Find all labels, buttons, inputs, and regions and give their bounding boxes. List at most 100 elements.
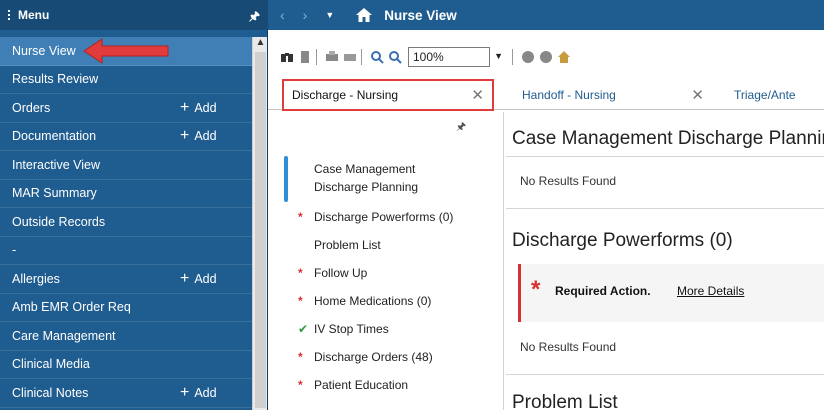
add-label: Add bbox=[194, 385, 217, 400]
plus-icon: + bbox=[180, 269, 190, 287]
nav-item-iv-stop-times[interactable]: ✔ IV Stop Times bbox=[298, 322, 389, 336]
section-divider bbox=[506, 156, 824, 157]
home-icon[interactable] bbox=[356, 8, 373, 22]
orders-add-button[interactable]: + Add bbox=[180, 98, 217, 116]
tab-discharge-nursing[interactable]: Discharge - Nursing ✕ bbox=[282, 79, 494, 111]
section-divider bbox=[506, 208, 824, 209]
toolbar-divider bbox=[512, 49, 513, 65]
nav-item-label: Discharge Powerforms (0) bbox=[314, 210, 454, 224]
menu-item-label: Documentation bbox=[12, 129, 97, 144]
toolbar-divider bbox=[316, 49, 317, 65]
tab-bar: Discharge - Nursing ✕ Handoff - Nursing … bbox=[268, 76, 824, 111]
add-label: Add bbox=[194, 100, 217, 115]
nav-item-label: Patient Education bbox=[314, 378, 409, 392]
menu-item-label: - bbox=[12, 243, 17, 258]
section-nav-pane: 🖈 Case Management Discharge Planning * D… bbox=[276, 112, 504, 410]
nav-item-home-medications[interactable]: * Home Medications (0) bbox=[298, 294, 431, 308]
back-icon[interactable]: ‹ bbox=[280, 7, 285, 23]
menu-item-mar-summary[interactable]: MAR Summary bbox=[0, 180, 252, 208]
tab-handoff-nursing[interactable]: Handoff - Nursing ✕ bbox=[522, 82, 712, 108]
menu-list: Nurse View Results Review Orders + Add Do… bbox=[0, 37, 252, 408]
menu-item-separator[interactable]: - bbox=[0, 237, 252, 265]
menu-title: Menu bbox=[18, 8, 50, 22]
menu-item-care-management[interactable]: Care Management bbox=[0, 322, 252, 351]
required-action-label: Required Action. bbox=[555, 284, 651, 298]
clinical-notes-add-button[interactable]: + Add bbox=[180, 383, 217, 401]
documentation-add-button[interactable]: + Add bbox=[180, 128, 217, 144]
menu-item-outside-records[interactable]: Outside Records bbox=[0, 208, 252, 237]
nav-item-case-management[interactable]: Case Management Discharge Planning bbox=[314, 162, 418, 194]
plus-icon: + bbox=[180, 98, 190, 116]
pin-icon[interactable]: 🖈 bbox=[249, 7, 260, 28]
required-action-banner: * Required Action. More Details bbox=[518, 264, 824, 322]
nav-item-label: IV Stop Times bbox=[314, 322, 389, 336]
tab-triage[interactable]: Triage/Ante bbox=[734, 82, 824, 108]
circle-icon[interactable] bbox=[539, 50, 553, 64]
menu-item-clinical-notes[interactable]: Clinical Notes + Add bbox=[0, 379, 252, 408]
nav-item-follow-up[interactable]: * Follow Up bbox=[298, 266, 368, 280]
scroll-thumb[interactable] bbox=[255, 52, 266, 408]
history-dropdown-icon[interactable]: ▼ bbox=[325, 10, 334, 20]
scroll-up-icon[interactable]: ▲ bbox=[255, 37, 266, 51]
menu-item-allergies[interactable]: Allergies + Add bbox=[0, 265, 252, 294]
nav-item-patient-education[interactable]: * Patient Education bbox=[298, 378, 409, 392]
required-star-icon: * bbox=[531, 276, 541, 303]
close-icon[interactable]: ✕ bbox=[471, 86, 484, 104]
close-icon[interactable]: ✕ bbox=[691, 86, 704, 104]
menu-item-label: Clinical Notes bbox=[12, 385, 89, 400]
required-icon: * bbox=[298, 378, 303, 392]
nav-item-label-line2: Discharge Planning bbox=[314, 180, 419, 194]
toolbar-divider bbox=[361, 49, 362, 65]
menu-item-label: Results Review bbox=[12, 72, 99, 87]
forward-icon[interactable]: › bbox=[303, 7, 308, 23]
menu-item-results-review[interactable]: Results Review bbox=[0, 66, 252, 94]
section-title-case-management: Case Management Discharge Planning bbox=[512, 128, 824, 149]
home-page-icon[interactable] bbox=[557, 50, 571, 64]
menu-item-label: Clinical Media bbox=[12, 357, 90, 372]
zoom-out-icon[interactable] bbox=[370, 50, 384, 64]
menu-item-amb-emr-order-req[interactable]: Amb EMR Order Req bbox=[0, 294, 252, 322]
menu-scrollbar[interactable]: ▲ bbox=[252, 37, 267, 410]
zoom-select[interactable]: 100% ▼ bbox=[408, 47, 503, 67]
print-icon[interactable] bbox=[325, 50, 339, 64]
print-preview-icon[interactable] bbox=[343, 50, 357, 64]
red-arrow-annotation bbox=[83, 38, 169, 64]
title-bar: ‹ › ▼ Nurse View bbox=[268, 0, 824, 30]
page-title: Nurse View bbox=[384, 7, 457, 23]
menu-item-label: Allergies bbox=[12, 271, 60, 286]
menu-item-clinical-media[interactable]: Clinical Media bbox=[0, 351, 252, 379]
menu-item-label: MAR Summary bbox=[12, 186, 97, 201]
no-results-text: No Results Found bbox=[520, 340, 617, 354]
add-label: Add bbox=[194, 271, 217, 286]
nav-item-label: Discharge Orders (48) bbox=[314, 350, 433, 364]
menu-item-label: Outside Records bbox=[12, 214, 106, 229]
add-label: Add bbox=[194, 129, 217, 144]
circle-icon[interactable] bbox=[521, 50, 535, 64]
allergies-add-button[interactable]: + Add bbox=[180, 269, 217, 287]
toolbar: 100% ▼ bbox=[268, 44, 824, 70]
chevron-down-icon[interactable]: ▼ bbox=[494, 51, 503, 61]
menu-item-label: Nurse View bbox=[12, 43, 76, 58]
plus-icon: + bbox=[180, 383, 190, 401]
menu-item-documentation[interactable]: Documentation + Add bbox=[0, 123, 252, 151]
nav-item-label: Case Management bbox=[314, 162, 416, 176]
menu-item-label: Care Management bbox=[12, 328, 116, 343]
nav-item-discharge-orders[interactable]: * Discharge Orders (48) bbox=[298, 350, 433, 364]
nav-item-problem-list[interactable]: Problem List bbox=[314, 238, 381, 252]
more-details-link[interactable]: More Details bbox=[677, 284, 744, 298]
section-title-discharge-powerforms: Discharge Powerforms (0) bbox=[512, 230, 733, 251]
zoom-value: 100% bbox=[413, 50, 444, 64]
nav-item-discharge-powerforms[interactable]: * Discharge Powerforms (0) bbox=[298, 210, 454, 224]
grip-icon[interactable] bbox=[6, 8, 12, 22]
tab-label: Triage/Ante bbox=[734, 88, 796, 102]
checkmark-icon: ✔ bbox=[298, 322, 309, 336]
menu-item-interactive-view[interactable]: Interactive View bbox=[0, 151, 252, 180]
content-pane: Case Management Discharge Planning No Re… bbox=[506, 112, 824, 410]
menu-header: Menu 🖈 bbox=[0, 0, 268, 30]
binoculars-icon[interactable] bbox=[280, 50, 294, 64]
nav-item-label: Follow Up bbox=[314, 266, 368, 280]
page-icon[interactable] bbox=[298, 50, 312, 64]
menu-item-orders[interactable]: Orders + Add bbox=[0, 94, 252, 123]
zoom-in-icon[interactable] bbox=[388, 50, 402, 64]
pin-icon[interactable]: 🖈 bbox=[456, 118, 466, 137]
